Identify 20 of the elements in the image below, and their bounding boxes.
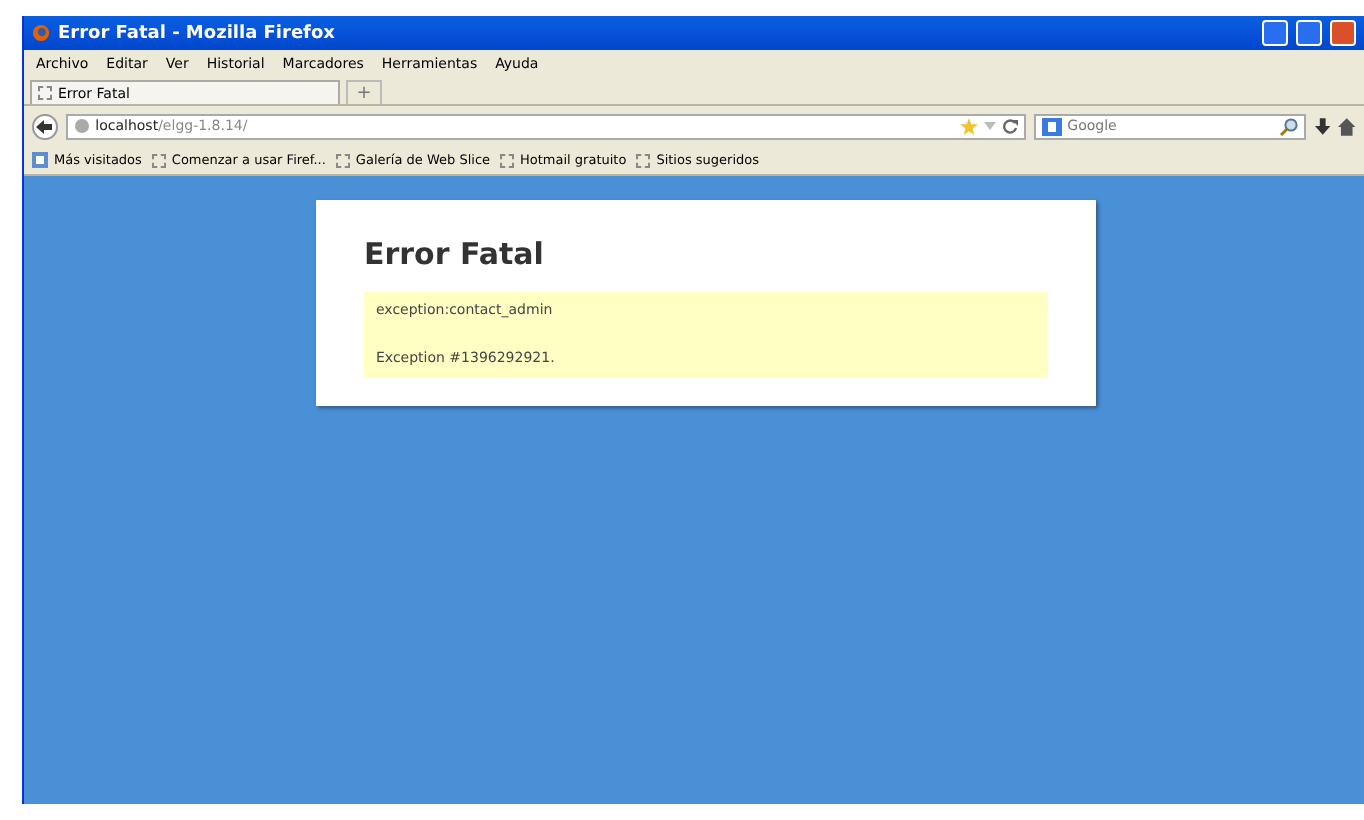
reload-icon[interactable] [1001,118,1018,134]
page-icon [151,153,166,167]
minimize-button[interactable] [1262,20,1288,46]
bookmarks-icon [32,152,48,168]
window-title: Error Fatal - Mozilla Firefox [58,23,337,43]
new-tab-button[interactable]: + [346,80,382,104]
star-icon[interactable] [959,117,978,135]
page-icon [500,153,515,167]
firefox-icon [32,24,50,42]
search-engine-icon [1041,117,1062,135]
page-icon [335,153,350,167]
page-icon [636,153,651,167]
error-heading: Error Fatal [364,236,546,272]
back-button[interactable] [32,113,58,139]
search-icon[interactable] [1279,117,1298,135]
maximize-button[interactable] [1296,20,1322,46]
download-icon[interactable] [1313,117,1331,135]
page-icon [38,86,52,100]
close-button[interactable] [1330,20,1356,46]
home-icon[interactable] [1338,117,1356,135]
